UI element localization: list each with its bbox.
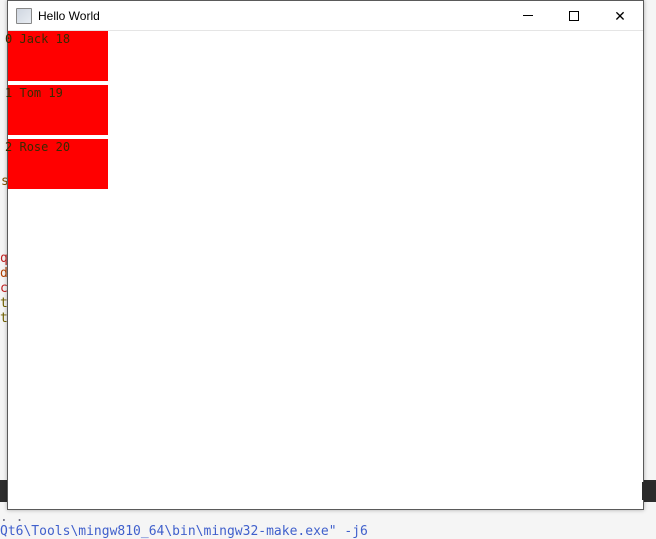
list-item-label: 1 Tom 19 [5, 86, 63, 100]
list-item[interactable]: 2 Rose 20 [8, 139, 108, 189]
minimize-button[interactable] [505, 1, 551, 31]
list-view[interactable]: 0 Jack 18 1 Tom 19 2 Rose 20 [8, 31, 108, 193]
app-window: Hello World ✕ 0 Jack 18 1 Tom 19 2 Rose … [7, 0, 644, 510]
titlebar[interactable]: Hello World ✕ [8, 1, 643, 31]
list-item-label: 0 Jack 18 [5, 32, 70, 46]
maximize-button[interactable] [551, 1, 597, 31]
window-title: Hello World [38, 9, 100, 23]
left-gap-fragments: q d c t t s [0, 0, 7, 510]
app-icon [16, 8, 32, 24]
right-dark-fragment [642, 482, 656, 500]
background-make-line: Qt6\Tools\mingw810_64\bin\mingw32-make.e… [0, 524, 368, 539]
list-item[interactable]: 0 Jack 18 [8, 31, 108, 81]
list-item-label: 2 Rose 20 [5, 140, 70, 154]
client-area: 0 Jack 18 1 Tom 19 2 Rose 20 [8, 31, 643, 509]
list-item[interactable]: 1 Tom 19 [8, 85, 108, 135]
background-dots: . . [0, 510, 23, 525]
close-button[interactable]: ✕ [597, 1, 643, 31]
